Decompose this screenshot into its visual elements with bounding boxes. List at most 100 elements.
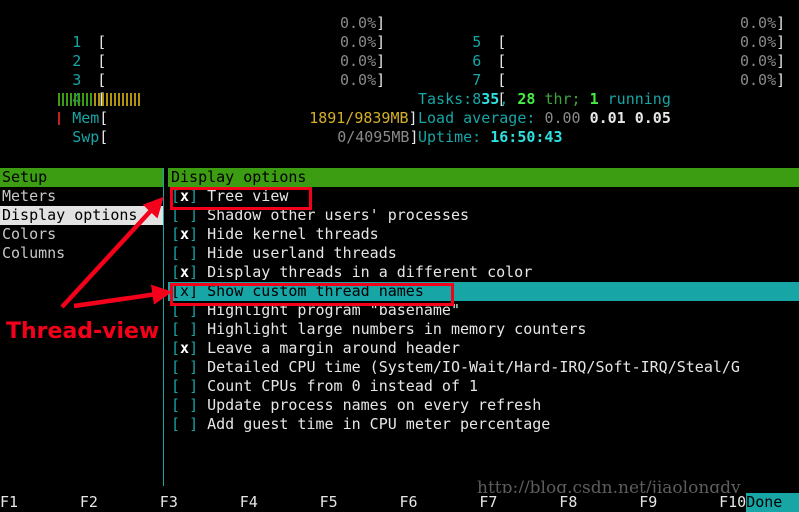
tasks-total: 35 bbox=[481, 90, 500, 108]
display-option-row[interactable]: [x] Tree view bbox=[168, 187, 799, 206]
display-option-label: Highlight large numbers in memory counte… bbox=[198, 320, 587, 338]
display-option-row[interactable]: [x] Show custom thread names bbox=[168, 282, 799, 301]
uptime-label: Uptime: bbox=[418, 128, 482, 146]
checkbox-bracket-close: ] bbox=[189, 187, 199, 205]
checkbox-bracket-close: ] bbox=[189, 301, 199, 319]
display-option-row[interactable]: [x] Leave a margin around header bbox=[168, 339, 799, 358]
function-key-name: F5 bbox=[319, 493, 338, 511]
display-option-label: Highlight program "basename" bbox=[198, 301, 460, 319]
checkbox-bracket-open: [ bbox=[171, 320, 181, 338]
checkbox-bracket-open: [ bbox=[171, 225, 181, 243]
checkbox-bracket-close: ] bbox=[189, 415, 199, 433]
display-option-label: Hide userland threads bbox=[198, 244, 397, 262]
display-option-label: Show custom thread names bbox=[198, 282, 424, 300]
setup-category-meters[interactable]: Meters bbox=[0, 187, 163, 206]
swp-bar bbox=[58, 112, 318, 125]
checkbox-bracket-open: [ bbox=[171, 358, 181, 376]
function-key-f6[interactable]: F6 bbox=[399, 493, 480, 512]
checkbox-unchecked-icon bbox=[180, 206, 189, 224]
annotation-label-thread-view: Thread-view bbox=[6, 319, 160, 344]
function-key-label: Done bbox=[746, 493, 799, 512]
setup-category-setup[interactable]: Setup bbox=[0, 168, 163, 187]
display-option-row[interactable]: [ ] Detailed CPU time (System/IO-Wait/Ha… bbox=[168, 358, 799, 377]
swp-label: Swp bbox=[72, 128, 100, 146]
checkbox-bracket-open: [ bbox=[171, 206, 181, 224]
checkbox-checked-icon: x bbox=[180, 187, 190, 205]
display-option-row[interactable]: [x] Hide kernel threads bbox=[168, 225, 799, 244]
setup-category-columns[interactable]: Columns bbox=[0, 244, 163, 263]
checkbox-bracket-close: ] bbox=[189, 396, 199, 414]
function-key-f1[interactable]: F1 bbox=[0, 493, 80, 512]
function-key-name: F7 bbox=[479, 493, 498, 511]
setup-category-list[interactable]: Setup Meters Display options Colors Columns bbox=[0, 168, 163, 263]
setup-category-colors[interactable]: Colors bbox=[0, 225, 163, 244]
display-option-row[interactable]: [ ] Shadow other users' processes bbox=[168, 206, 799, 225]
display-option-label: Leave a margin around header bbox=[198, 339, 460, 357]
meter-tick bbox=[138, 93, 142, 106]
function-key-name: F10 bbox=[719, 493, 747, 511]
display-options-title: Display options bbox=[168, 168, 799, 187]
checkbox-bracket-close: ] bbox=[189, 339, 199, 357]
display-option-label: Shadow other users' processes bbox=[198, 206, 470, 224]
checkbox-bracket-close: ] bbox=[189, 282, 199, 300]
load-label: Load average: bbox=[418, 109, 536, 127]
display-option-row[interactable]: [x] Display threads in a different color bbox=[168, 263, 799, 282]
cpu-pct-2: 0.0%] bbox=[340, 33, 386, 51]
checkbox-unchecked-icon bbox=[180, 320, 189, 338]
checkbox-unchecked-icon bbox=[180, 377, 189, 395]
cpu-pct-3: 0.0%] bbox=[340, 52, 386, 70]
display-option-label: Count CPUs from 0 instead of 1 bbox=[198, 377, 479, 395]
checkbox-checked-icon: x bbox=[180, 282, 190, 300]
setup-category-display-options[interactable]: Display options bbox=[0, 206, 163, 225]
uptime-line: Uptime: 16:50:43 bbox=[418, 128, 563, 147]
display-option-row[interactable]: [ ] Highlight large numbers in memory co… bbox=[168, 320, 799, 339]
load-1min: 0.00 bbox=[544, 109, 581, 127]
checkbox-bracket-close: ] bbox=[189, 206, 199, 224]
tasks-label: Tasks: bbox=[418, 90, 473, 108]
function-key-bar[interactable]: F1 F2 F3 F4 F5 F6 F7 F8 F9 F10Done bbox=[0, 493, 799, 512]
checkbox-bracket-open: [ bbox=[171, 415, 181, 433]
checkbox-bracket-close: ] bbox=[189, 225, 199, 243]
checkbox-bracket-close: ] bbox=[189, 320, 199, 338]
cpu-pct-6: 0.0%] bbox=[740, 33, 786, 51]
function-key-name: F8 bbox=[559, 493, 578, 511]
checkbox-bracket-open: [ bbox=[171, 187, 181, 205]
tasks-running-word: running bbox=[607, 90, 671, 108]
function-key-f7[interactable]: F7 bbox=[479, 493, 559, 512]
display-options-rows[interactable]: [x] Tree view[ ] Shadow other users' pro… bbox=[168, 187, 799, 434]
setup-category-label: Meters bbox=[2, 187, 57, 205]
display-option-row[interactable]: [ ] Hide userland threads bbox=[168, 244, 799, 263]
uptime-value: 16:50:43 bbox=[490, 128, 563, 146]
function-key-name: F2 bbox=[79, 493, 98, 511]
display-option-row[interactable]: [ ] Update process names on every refres… bbox=[168, 396, 799, 415]
checkbox-bracket-close: ] bbox=[189, 377, 199, 395]
display-option-row[interactable]: [ ] Count CPUs from 0 instead of 1 bbox=[168, 377, 799, 396]
function-key-f9[interactable]: F9 bbox=[639, 493, 719, 512]
display-option-row[interactable]: [ ] Highlight program "basename" bbox=[168, 301, 799, 320]
display-option-row[interactable]: [ ] Add guest time in CPU meter percenta… bbox=[168, 415, 799, 434]
function-key-f3[interactable]: F3 bbox=[159, 493, 240, 512]
cpu-pct-1: 0.0%] bbox=[340, 14, 386, 32]
function-key-f4[interactable]: F4 bbox=[239, 493, 320, 512]
checkbox-bracket-open: [ bbox=[171, 377, 181, 395]
display-option-label: Hide kernel threads bbox=[198, 225, 379, 243]
tasks-thr-word: thr; bbox=[544, 90, 581, 108]
setup-category-label: Display options bbox=[2, 206, 138, 224]
htop-setup-screen: 1[ 0.0%] 2[ 0.0%] 3[ 0.0%] 4[ 0.0%] 5[ 0… bbox=[0, 0, 799, 512]
checkbox-bracket-open: [ bbox=[171, 301, 181, 319]
checkbox-checked-icon: x bbox=[180, 225, 190, 243]
function-key-f5[interactable]: F5 bbox=[319, 493, 400, 512]
checkbox-unchecked-icon bbox=[180, 301, 189, 319]
header-meters: 1[ 0.0%] 2[ 0.0%] 3[ 0.0%] 4[ 0.0%] 5[ 0… bbox=[0, 0, 799, 160]
checkbox-unchecked-icon bbox=[180, 396, 189, 414]
swp-value-group: 0/4095MB] bbox=[337, 128, 419, 146]
display-option-label: Detailed CPU time (System/IO-Wait/Hard-I… bbox=[198, 358, 740, 376]
function-key-f8[interactable]: F8 bbox=[559, 493, 639, 512]
setup-category-label: Colors bbox=[2, 225, 57, 243]
function-key-f10[interactable]: F10Done bbox=[719, 493, 799, 512]
function-key-name: F3 bbox=[159, 493, 178, 511]
display-options-list[interactable]: Display options [x] Tree view[ ] Shadow … bbox=[168, 168, 799, 434]
function-key-f2[interactable]: F2 bbox=[79, 493, 160, 512]
panel-divider bbox=[163, 168, 164, 486]
tasks-running-count: 1 bbox=[589, 90, 599, 108]
